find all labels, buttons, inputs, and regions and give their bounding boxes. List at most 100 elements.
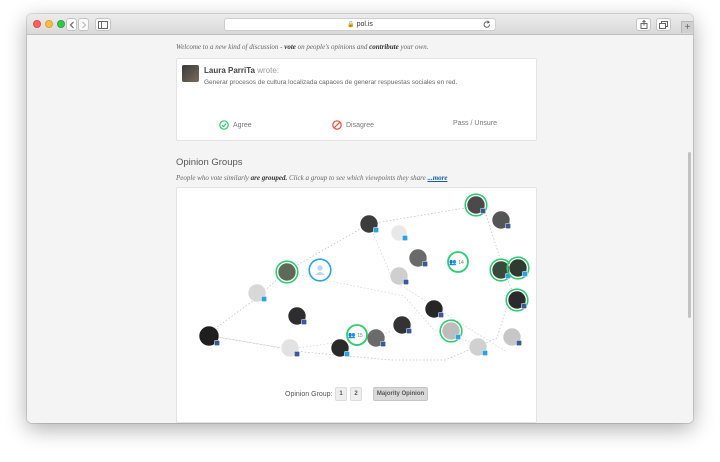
desc-suffix: Click a group to see which viewpoints th… — [287, 174, 428, 182]
facebook-icon — [521, 303, 527, 309]
participant-avatar[interactable] — [390, 224, 408, 242]
author-avatar — [182, 65, 199, 82]
participant-avatar[interactable] — [424, 299, 444, 319]
zoom-window-button[interactable] — [57, 20, 65, 28]
selector-label: Opinion Group: — [285, 391, 333, 398]
page-scrollbar[interactable] — [688, 152, 691, 318]
prohibited-icon — [332, 120, 342, 130]
participant-avatar[interactable] — [408, 248, 428, 268]
participant-avatar[interactable] — [392, 315, 412, 335]
people-icon: 👥 — [449, 259, 457, 266]
forward-button[interactable] — [78, 18, 89, 31]
facebook-icon — [380, 341, 386, 347]
more-link[interactable]: ...more — [427, 174, 447, 182]
facebook-icon — [438, 312, 444, 318]
twitter-icon — [373, 227, 379, 233]
group-2-button[interactable]: 2 — [350, 387, 362, 401]
sidebar-icon — [98, 20, 108, 29]
welcome-contribute: contribute — [369, 43, 399, 51]
participant-avatar[interactable] — [505, 288, 529, 312]
tabs-overview-button[interactable] — [656, 18, 671, 31]
facebook-icon — [516, 340, 522, 346]
welcome-text: Welcome to a new kind of discussion - vo… — [176, 43, 537, 51]
twitter-icon — [522, 271, 528, 277]
group-selector: Opinion Group: 1 2 Majority Opinion — [177, 386, 536, 402]
participant-avatar[interactable] — [439, 319, 463, 343]
welcome-middle: on people's opinions and — [295, 43, 370, 51]
opinion-groups-visualization: 👥 14 👥 15 Opinion Group: 1 2 Majority Opini… — [176, 187, 537, 423]
group-cluster-marker[interactable]: 👥 15 — [346, 324, 368, 346]
twitter-icon — [344, 351, 350, 357]
people-icon: 👥 — [348, 332, 356, 339]
check-circle-icon — [219, 120, 229, 130]
welcome-suffix: your own. — [398, 43, 429, 51]
participant-avatar[interactable] — [280, 338, 300, 358]
majority-opinion-button[interactable]: Majority Opinion — [373, 387, 428, 401]
group-1-button[interactable]: 1 — [335, 387, 347, 401]
address-text: pol.is — [356, 21, 373, 28]
participant-avatar[interactable] — [389, 266, 409, 286]
minimize-window-button[interactable] — [45, 20, 53, 28]
participant-avatar[interactable] — [502, 327, 522, 347]
participant-avatar[interactable] — [366, 328, 386, 348]
comment-text: Generar procesos de cultura localizada c… — [204, 79, 458, 86]
vote-buttons: Agree Disagree Pass / Unsure — [177, 120, 538, 134]
browser-window: 🔒 pol.is + Welcome to a new kind of discu… — [27, 14, 693, 423]
agree-label: Agree — [233, 121, 252, 129]
twitter-icon — [455, 334, 461, 340]
author-wrote: wrote: — [254, 66, 279, 75]
lock-icon: 🔒 — [347, 22, 355, 28]
browser-toolbar: 🔒 pol.is + — [27, 14, 693, 35]
participant-avatar[interactable] — [308, 258, 332, 282]
participant-avatar[interactable] — [198, 325, 220, 347]
back-button[interactable] — [66, 18, 77, 31]
tabs-icon — [659, 20, 668, 29]
comment-author: Laura ParriTa wrote: — [204, 66, 279, 75]
disagree-label: Disagree — [346, 121, 375, 129]
share-icon — [640, 20, 647, 29]
pass-button[interactable]: Pass / Unsure — [453, 120, 497, 127]
facebook-icon — [505, 223, 511, 229]
twitter-icon — [402, 235, 408, 241]
facebook-icon — [294, 351, 300, 357]
facebook-icon — [422, 261, 428, 267]
opinion-groups-heading: Opinion Groups — [176, 157, 243, 168]
facebook-icon — [406, 328, 412, 334]
address-bar[interactable]: 🔒 pol.is — [224, 18, 496, 31]
disagree-button[interactable]: Disagree — [332, 120, 374, 130]
participant-avatar[interactable] — [506, 256, 530, 280]
author-name: Laura ParriTa — [204, 66, 255, 75]
reload-icon[interactable] — [483, 20, 491, 29]
pass-label: Pass / Unsure — [453, 120, 497, 127]
chevron-right-icon — [81, 21, 86, 28]
group-cluster-marker[interactable]: 👥 14 — [447, 251, 469, 273]
participant-avatar[interactable] — [275, 260, 299, 284]
participant-avatar[interactable] — [247, 283, 267, 303]
close-window-button[interactable] — [33, 20, 41, 28]
participant-avatar[interactable] — [468, 337, 488, 357]
desc-prefix: People who vote similarly — [176, 174, 251, 182]
opinion-groups-description: People who vote similarly are grouped. C… — [176, 174, 448, 182]
facebook-icon — [403, 279, 409, 285]
participant-avatar[interactable] — [359, 214, 379, 234]
welcome-prefix: Welcome to a new kind of discussion - — [176, 43, 285, 51]
agree-button[interactable]: Agree — [219, 120, 252, 130]
participant-avatar[interactable] — [287, 306, 307, 326]
facebook-icon — [301, 319, 307, 325]
comment-card: Laura ParriTa wrote: Generar procesos de… — [176, 58, 537, 141]
desc-bold: are grouped. — [250, 174, 288, 182]
participant-avatar[interactable] — [491, 210, 511, 230]
conversation-column: Welcome to a new kind of discussion - vo… — [176, 35, 537, 423]
sidebar-toggle-button[interactable] — [95, 18, 111, 31]
share-button[interactable] — [636, 18, 651, 31]
chevron-left-icon — [69, 21, 74, 28]
cluster-count: 14 — [458, 260, 464, 266]
participant-avatar[interactable] — [464, 193, 488, 217]
participant-avatar[interactable] — [330, 338, 350, 358]
welcome-vote: vote — [284, 43, 296, 51]
facebook-icon — [214, 340, 220, 346]
cluster-count: 15 — [357, 333, 363, 339]
page-viewport: Welcome to a new kind of discussion - vo… — [27, 35, 693, 423]
participant-map: 👥 14👥 15 — [198, 193, 530, 361]
new-tab-button[interactable]: + — [681, 21, 693, 33]
